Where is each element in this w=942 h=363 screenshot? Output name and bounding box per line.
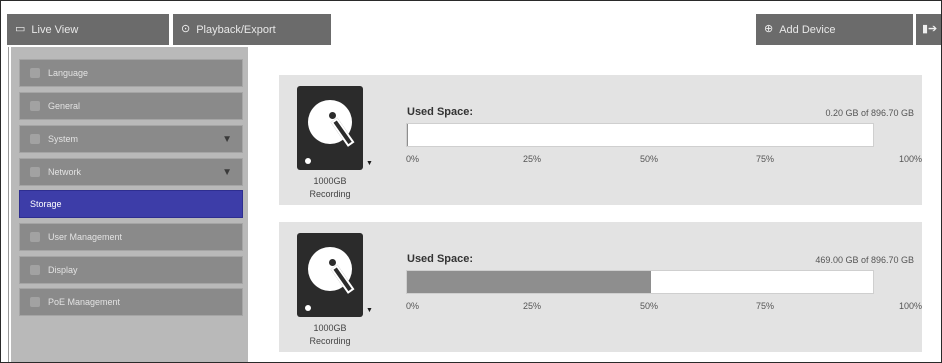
tick-100: 100% <box>899 301 923 311</box>
sidebar-item-label: Display <box>48 265 78 275</box>
tick-0: 0% <box>406 154 420 164</box>
sidebar-item-network[interactable]: Network ▼ <box>19 158 243 186</box>
top-toolbar: ▭ Live View ⊙ Playback/Export ⊕ Add Devi… <box>1 1 941 47</box>
live-view-tab[interactable]: ▭ Live View <box>7 14 169 45</box>
drive-menu-caret-icon[interactable]: ▼ <box>366 307 373 314</box>
playback-export-tab[interactable]: ⊙ Playback/Export <box>173 14 331 45</box>
sidebar-item-poe-management[interactable]: PoE Management <box>19 288 243 316</box>
playback-export-label: Playback/Export <box>196 23 276 36</box>
sidebar-item-label: User Management <box>48 232 123 242</box>
drive-size: 1000GB <box>313 176 347 186</box>
sidebar-item-label: Network <box>48 167 82 177</box>
users-icon <box>30 232 40 242</box>
settings-sidebar: Language General System ▼ Network ▼ Stor… <box>8 47 248 362</box>
used-space-label: Used Space: <box>407 106 474 118</box>
usage-scale: 0% 25% 50% 75% 100% <box>406 154 923 166</box>
sidebar-item-label: General <box>48 101 81 111</box>
drive-panel: ▼ 1000GB Recording Used Space: 0.20 GB o… <box>279 75 922 205</box>
sidebar-item-display[interactable]: Display <box>19 256 243 284</box>
drive-size: 1000GB <box>313 323 347 333</box>
logout-icon: ▮➔ <box>922 23 938 35</box>
used-space-fill <box>407 271 651 293</box>
drive-menu-caret-icon[interactable]: ▼ <box>366 160 373 167</box>
monitor-icon: ▭ <box>15 23 26 35</box>
tick-25: 25% <box>523 154 542 164</box>
expand-arrow-icon[interactable]: ▼ <box>222 167 232 178</box>
used-space-value: 0.20 GB of 896.70 GB <box>825 108 914 118</box>
network-icon <box>30 167 40 177</box>
expand-arrow-icon[interactable]: ▼ <box>222 134 232 145</box>
sidebar-item-label: Language <box>48 68 89 78</box>
storage-main: ▼ 1000GB Recording Used Space: 0.20 GB o… <box>249 47 941 362</box>
tick-75: 75% <box>756 301 775 311</box>
system-icon <box>30 134 40 144</box>
drive-caption: 1000GB Recording <box>285 175 375 201</box>
drive-mode: Recording <box>309 189 351 199</box>
tick-0: 0% <box>406 301 420 311</box>
drive-panel: ▼ 1000GB Recording Used Space: 469.00 GB… <box>279 222 922 352</box>
used-space-value: 469.00 GB of 896.70 GB <box>815 255 914 265</box>
sidebar-item-storage[interactable]: Storage <box>19 190 243 218</box>
language-icon <box>30 68 40 78</box>
used-space-bar <box>406 123 874 147</box>
tick-25: 25% <box>523 301 542 311</box>
sidebar-item-user-management[interactable]: User Management <box>19 223 243 251</box>
live-view-label: Live View <box>31 23 79 36</box>
sidebar-item-label: System <box>48 134 79 144</box>
add-device-label: Add Device <box>779 23 836 36</box>
add-device-button[interactable]: ⊕ Add Device <box>756 14 913 45</box>
sidebar-panel: Language General System ▼ Network ▼ Stor… <box>11 47 248 362</box>
hard-drive-icon[interactable] <box>297 233 363 317</box>
hard-drive-icon[interactable] <box>297 86 363 170</box>
display-icon <box>30 265 40 275</box>
sidebar-item-label: PoE Management <box>48 297 121 307</box>
sidebar-item-general[interactable]: General <box>19 92 243 120</box>
tick-50: 50% <box>640 154 659 164</box>
sidebar-item-label: Storage <box>30 199 62 209</box>
logout-button[interactable]: ▮➔ <box>916 14 941 45</box>
used-space-bar <box>406 270 874 294</box>
used-space-label: Used Space: <box>407 253 474 265</box>
tick-50: 50% <box>640 301 659 311</box>
drive-mode: Recording <box>309 336 351 346</box>
add-device-icon: ⊕ <box>764 23 774 35</box>
poe-icon <box>30 297 40 307</box>
tick-75: 75% <box>756 154 775 164</box>
play-circle-icon: ⊙ <box>181 23 191 35</box>
app-frame: ▭ Live View ⊙ Playback/Export ⊕ Add Devi… <box>0 0 942 363</box>
drive-caption: 1000GB Recording <box>285 322 375 348</box>
usage-scale: 0% 25% 50% 75% 100% <box>406 301 923 313</box>
general-icon <box>30 101 40 111</box>
tick-100: 100% <box>899 154 923 164</box>
sidebar-item-system[interactable]: System ▼ <box>19 125 243 153</box>
sidebar-item-language[interactable]: Language <box>19 59 243 87</box>
